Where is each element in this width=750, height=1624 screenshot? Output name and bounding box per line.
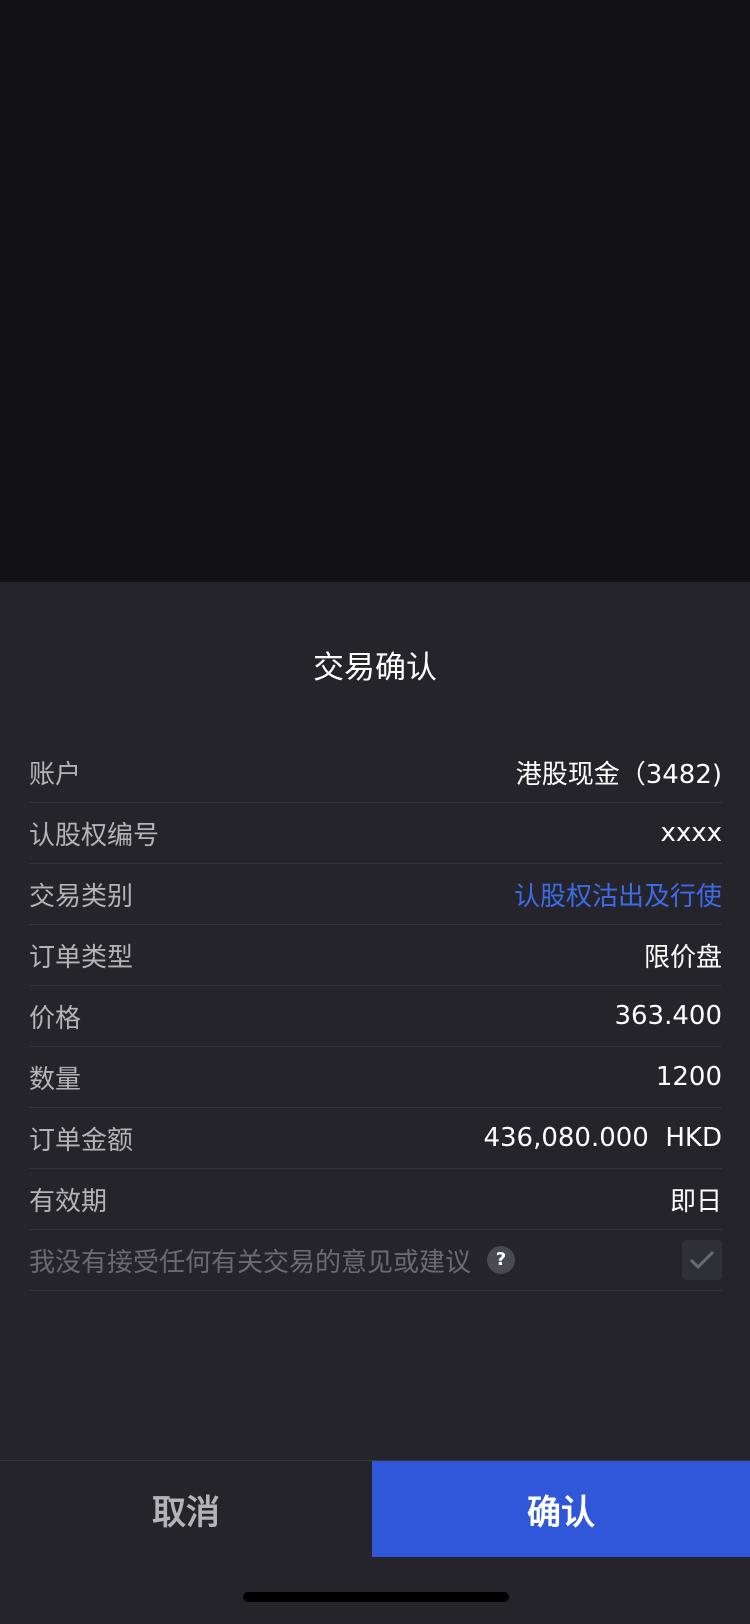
agreement-checkbox[interactable] (682, 1240, 722, 1280)
detail-row-trade-type: 交易类别 认股权沽出及行使 (29, 864, 722, 925)
agreement-row[interactable]: 我没有接受任何有关交易的意见或建议 ? (29, 1230, 722, 1291)
screen: 交易确认 账户 港股现金（3482) 认股权编号 xxxx 交易类别 认股权沽出… (0, 0, 750, 1624)
detail-value: 1200 (655, 1062, 722, 1092)
detail-row-validity: 有效期 即日 (29, 1169, 722, 1230)
detail-label: 订单类型 (29, 942, 134, 973)
detail-label: 账户 (29, 759, 82, 790)
sheet-title: 交易确认 (313, 650, 437, 686)
detail-label: 数量 (29, 1064, 82, 1095)
detail-value: 363.400 (614, 1001, 722, 1031)
details-list: 账户 港股现金（3482) 认股权编号 xxxx 交易类别 认股权沽出及行使 订… (29, 742, 722, 1291)
detail-row-price: 价格 363.400 (29, 986, 722, 1047)
home-indicator (243, 1592, 509, 1602)
detail-value: xxxx (660, 818, 722, 848)
agreement-label-group: 我没有接受任何有关交易的意见或建议 ? (29, 1242, 516, 1279)
action-bar: 取消 确认 (0, 1460, 750, 1557)
detail-row-account: 账户 港股现金（3482) (29, 742, 722, 803)
checkmark-icon (689, 1250, 715, 1270)
modal-backdrop[interactable] (0, 0, 750, 582)
detail-value: 436,080.000 HKD (483, 1123, 722, 1153)
detail-value-link[interactable]: 认股权沽出及行使 (514, 876, 722, 913)
agreement-text: 我没有接受任何有关交易的意见或建议 (29, 1247, 472, 1278)
detail-row-warrant-code: 认股权编号 xxxx (29, 803, 722, 864)
detail-label: 有效期 (29, 1186, 108, 1217)
help-icon[interactable]: ? (487, 1246, 516, 1274)
detail-value: 港股现金（3482) (515, 759, 722, 790)
detail-row-quantity: 数量 1200 (29, 1047, 722, 1108)
detail-label: 交易类别 (29, 881, 134, 912)
detail-value: 限价盘 (643, 942, 722, 973)
detail-label: 认股权编号 (29, 820, 160, 851)
detail-row-order-amount: 订单金额 436,080.000 HKD (29, 1108, 722, 1169)
detail-label: 订单金额 (29, 1125, 134, 1156)
detail-label: 价格 (29, 1003, 82, 1034)
detail-row-order-type: 订单类型 限价盘 (29, 925, 722, 986)
cancel-button[interactable]: 取消 (0, 1461, 372, 1557)
trade-confirm-sheet: 交易确认 账户 港股现金（3482) 认股权编号 xxxx 交易类别 认股权沽出… (0, 582, 750, 1624)
detail-value: 即日 (669, 1186, 722, 1217)
confirm-button[interactable]: 确认 (372, 1461, 750, 1557)
